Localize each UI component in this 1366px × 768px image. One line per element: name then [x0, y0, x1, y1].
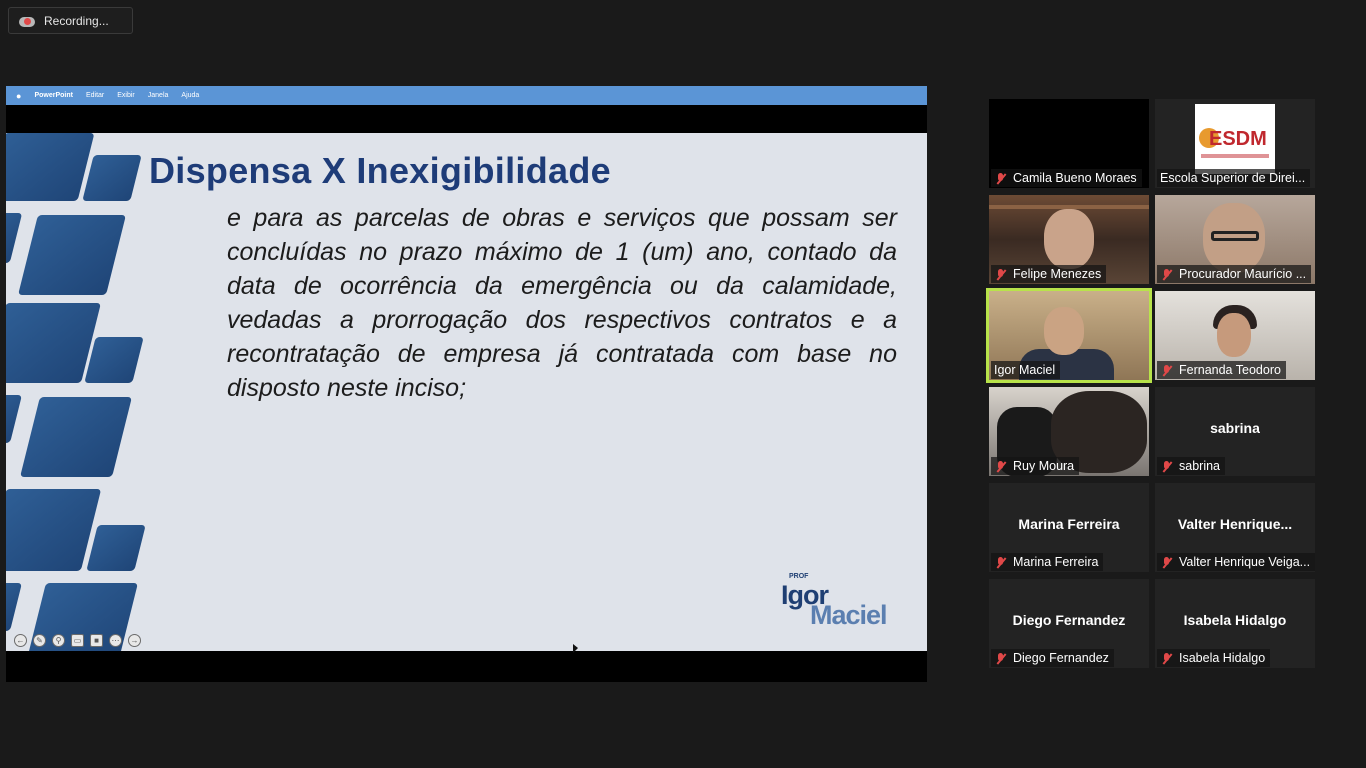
participant-tile[interactable]: Isabela Hidalgo Isabela Hidalgo — [1155, 579, 1315, 668]
participant-video — [1044, 209, 1094, 269]
participant-tile-active-speaker[interactable]: Igor Maciel — [986, 288, 1152, 383]
slide-title: Dispensa X Inexigibilidade — [149, 150, 611, 191]
esdm-subtitle-bar — [1201, 154, 1269, 158]
participant-tile[interactable]: Valter Henrique... Valter Henrique Veiga… — [1155, 483, 1315, 572]
participant-tile[interactable]: Marina Ferreira Marina Ferreira — [989, 483, 1149, 572]
participant-display-name: Marina Ferreira — [1018, 516, 1120, 532]
next-icon[interactable]: → — [128, 634, 141, 647]
decor-tile — [84, 337, 144, 383]
decor-tile — [6, 489, 102, 571]
participant-name: sabrina — [1179, 459, 1220, 473]
muted-mic-icon — [1160, 652, 1173, 665]
slide-body-text: e para as parcelas de obras e serviços q… — [227, 204, 897, 402]
zoom-icon[interactable]: ⚲ — [52, 634, 65, 647]
logo-line-2: Maciel — [810, 600, 888, 630]
participant-name-label: Procurador Maurício ... — [1157, 265, 1312, 283]
participant-name-label: sabrina — [1157, 457, 1225, 475]
muted-mic-icon — [1160, 556, 1173, 569]
participant-name: Diego Fernandez — [1013, 651, 1109, 665]
cloud-record-icon — [19, 15, 35, 27]
menu-item-exibir[interactable]: Exibir — [117, 92, 135, 99]
participant-name: Escola Superior de Direi... — [1160, 171, 1306, 185]
participant-display-name: Isabela Hidalgo — [1183, 612, 1287, 628]
participant-name-label: Escola Superior de Direi... — [1157, 169, 1311, 187]
muted-mic-icon — [994, 268, 1007, 281]
participant-name: Camila Bueno Moraes — [1013, 171, 1137, 185]
previous-icon[interactable]: ← — [14, 634, 27, 647]
participant-tile[interactable]: Camila Bueno Moraes — [989, 99, 1149, 188]
more-icon[interactable]: ⋯ — [109, 634, 122, 647]
participant-name: Felipe Menezes — [1013, 267, 1102, 281]
apple-icon[interactable]: ● — [16, 91, 21, 101]
muted-mic-icon — [994, 172, 1007, 185]
muted-mic-icon — [1160, 364, 1173, 377]
participant-tile[interactable]: ESDM Escola Superior de Direi... — [1155, 99, 1315, 188]
participant-name-label: Valter Henrique Veiga... — [1157, 553, 1315, 571]
participant-name: Valter Henrique Veiga... — [1179, 555, 1311, 569]
decor-tile — [6, 395, 22, 443]
participant-name-label: Ruy Moura — [991, 457, 1080, 475]
mac-menu-bar: ● PowerPoint Editar Exibir Janela Ajuda — [6, 86, 927, 105]
participant-display-name: Valter Henrique... — [1177, 516, 1293, 532]
participant-tile[interactable]: sabrina sabrina — [1155, 387, 1315, 476]
participant-display-name: Diego Fernandez — [1012, 612, 1126, 628]
recording-label: Recording... — [44, 13, 109, 28]
pen-icon[interactable]: ✎ — [33, 634, 46, 647]
slideshow-controls: ← ✎ ⚲ ▭ ■ ⋯ → — [14, 634, 141, 647]
recording-indicator[interactable]: Recording... — [8, 7, 133, 34]
menu-item-ajuda[interactable]: Ajuda — [181, 92, 199, 99]
decor-tile — [18, 215, 126, 295]
decor-tile — [82, 155, 142, 201]
participant-name-label: Diego Fernandez — [991, 649, 1114, 667]
participant-name-label: Fernanda Teodoro — [1157, 361, 1286, 379]
mouse-cursor-icon — [573, 644, 578, 653]
participant-name: Igor Maciel — [994, 363, 1056, 377]
participant-display-name: sabrina — [1210, 420, 1260, 436]
menu-app-name[interactable]: PowerPoint — [34, 92, 73, 99]
glasses — [1211, 231, 1259, 241]
participant-name: Ruy Moura — [1013, 459, 1075, 473]
presentation-slide: Dispensa X Inexigibilidade e para as par… — [6, 133, 927, 651]
participant-name-label: Marina Ferreira — [991, 553, 1104, 571]
decor-tile — [6, 213, 23, 263]
participant-tile[interactable]: Ruy Moura — [989, 387, 1149, 476]
participant-name-label: Camila Bueno Moraes — [991, 169, 1142, 187]
decor-tile — [20, 397, 132, 477]
screen-share: ● PowerPoint Editar Exibir Janela Ajuda … — [6, 86, 927, 682]
participant-tile[interactable]: Procurador Maurício ... — [1155, 195, 1315, 284]
participant-name: Marina Ferreira — [1013, 555, 1099, 569]
muted-mic-icon — [994, 652, 1007, 665]
participant-name-label: Igor Maciel — [991, 361, 1061, 379]
participant-name-label: Isabela Hidalgo — [1157, 649, 1271, 667]
decor-tile — [6, 133, 95, 201]
muted-mic-icon — [1160, 268, 1173, 281]
participant-tile[interactable]: Diego Fernandez Diego Fernandez — [989, 579, 1149, 668]
participant-tile[interactable]: Felipe Menezes — [989, 195, 1149, 284]
muted-mic-icon — [1160, 460, 1173, 473]
participant-name: Fernanda Teodoro — [1179, 363, 1281, 377]
menu-item-editar[interactable]: Editar — [86, 92, 104, 99]
esdm-logo-text: ESDM — [1209, 128, 1267, 150]
participant-name-label: Felipe Menezes — [991, 265, 1107, 283]
menu-item-janela[interactable]: Janela — [148, 92, 169, 99]
decor-tile — [6, 583, 22, 631]
participant-face — [1217, 313, 1251, 357]
muted-mic-icon — [994, 556, 1007, 569]
muted-mic-icon — [994, 460, 1007, 473]
esdm-logo: ESDM — [1195, 104, 1275, 174]
logo-prof: PROF — [789, 573, 809, 580]
participant-tile[interactable]: Fernanda Teodoro — [1155, 291, 1315, 380]
decor-tile — [86, 525, 146, 571]
subtitles-icon[interactable]: ▭ — [71, 634, 84, 647]
camera-off-icon[interactable]: ■ — [90, 634, 103, 647]
participant-name: Isabela Hidalgo — [1179, 651, 1266, 665]
participant-face — [1044, 307, 1084, 355]
participant-name: Procurador Maurício ... — [1179, 267, 1307, 281]
